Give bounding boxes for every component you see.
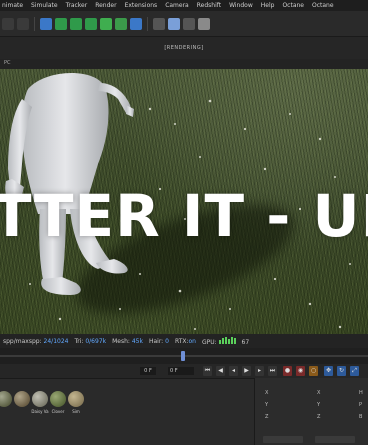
toolbar-divider (147, 16, 148, 31)
material-manager: Daisy Va Clover Sim (0, 378, 254, 445)
coord-x-label: X (265, 390, 269, 396)
viewport-title: [RENDERING] (164, 45, 204, 51)
rot-h-label: H (359, 390, 363, 396)
menu-item-animate[interactable]: nimate (2, 2, 23, 9)
coord-y-label: Y (265, 402, 269, 408)
material-swatch[interactable] (68, 391, 84, 407)
menu-bar: nimate Simulate Tracker Render Extension… (0, 0, 368, 11)
size-mode-dropdown[interactable] (315, 436, 355, 443)
size-z-label: Z (317, 414, 321, 420)
camera-icon[interactable] (183, 17, 195, 30)
deformer-icon[interactable] (115, 17, 127, 30)
material-label: Sim (72, 409, 80, 414)
record-icon[interactable]: ● (283, 366, 292, 376)
viewport-subbar: PC (0, 59, 368, 69)
go-to-end-icon[interactable]: ⏭ (268, 366, 277, 376)
mesh-readout: Mesh: 45k (112, 337, 143, 345)
menu-item-render[interactable]: Render (95, 2, 116, 9)
menu-item-camera[interactable]: Camera (165, 2, 189, 9)
gpu-usage-bars (218, 336, 236, 344)
scale-key-icon[interactable]: ⤢ (350, 366, 359, 376)
toolbar-divider (34, 16, 35, 31)
menu-item-octane-2[interactable]: Octane (312, 2, 334, 9)
menu-item-redshift[interactable]: Redshift (197, 2, 221, 9)
thumbnail-overlay-text: TTER IT - UPD (0, 182, 368, 250)
rot-b-label: B (359, 414, 363, 420)
material-label: Clover (51, 409, 65, 414)
cinema4d-window: nimate Simulate Tracker Render Extension… (0, 0, 368, 445)
size-x-label: X (317, 390, 321, 396)
cube-icon[interactable] (40, 17, 52, 30)
step-back-icon[interactable]: ◂ (229, 366, 238, 376)
nurbs-icon[interactable] (70, 17, 82, 30)
material-label: Daisy Va (31, 409, 49, 414)
scene-icon[interactable] (130, 17, 142, 30)
timeline[interactable] (0, 348, 368, 364)
move-key-icon[interactable]: ✥ (324, 366, 333, 376)
prev-key-icon[interactable]: ◀ (216, 366, 225, 376)
menu-item-window[interactable]: Window (229, 2, 253, 9)
mograph-icon[interactable] (100, 17, 112, 30)
frame-current-field[interactable]: 0 F (168, 367, 194, 375)
menu-item-octane-1[interactable]: Octane (282, 2, 304, 9)
floor-icon[interactable] (168, 17, 180, 30)
spp-readout: spp/maxspp: 24/1024 (3, 337, 69, 345)
rtx-readout: RTX:on (174, 337, 196, 345)
menu-item-simulate[interactable]: Simulate (31, 2, 58, 9)
keyframe-icon[interactable]: ○ (309, 366, 318, 376)
viewport-header: [RENDERING] (0, 37, 368, 60)
playhead[interactable] (181, 351, 185, 361)
redo-icon[interactable] (17, 17, 29, 30)
array-icon[interactable] (85, 17, 97, 30)
hair-readout: Hair: 0 (148, 337, 169, 345)
go-to-start-icon[interactable]: ⏮ (203, 366, 212, 376)
menu-item-extensions[interactable]: Extensions (125, 2, 158, 9)
frame-start-field[interactable]: 0 F (140, 367, 156, 375)
autokey-icon[interactable]: ◉ (296, 366, 305, 376)
step-forward-icon[interactable]: ▸ (255, 366, 264, 376)
gpu-readout: GPU: 67 (201, 336, 250, 346)
play-icon[interactable]: ▶ (242, 366, 251, 376)
undo-icon[interactable] (2, 17, 14, 30)
menu-item-help[interactable]: Help (261, 2, 275, 9)
material-swatch[interactable] (14, 391, 30, 407)
light-icon[interactable] (153, 17, 165, 30)
spline-icon[interactable] (55, 17, 67, 30)
rotate-key-icon[interactable]: ↻ (337, 366, 346, 376)
bulb-icon[interactable] (198, 17, 210, 30)
tri-readout: Tri: 0/697k (74, 337, 107, 345)
material-swatch[interactable] (32, 391, 48, 407)
coord-z-label: Z (265, 414, 269, 420)
material-swatch[interactable] (0, 391, 12, 407)
coord-mode-dropdown[interactable] (263, 436, 303, 443)
render-status-bar: spp/maxspp: 24/1024 Tri: 0/697k Mesh: 45… (0, 334, 368, 348)
viewport-sub-label[interactable]: PC (4, 60, 11, 66)
size-y-label: Y (317, 402, 321, 408)
coordinates-panel: X Y Z X Y Z H P B (254, 378, 368, 445)
material-swatch[interactable] (50, 391, 66, 407)
menu-item-tracker[interactable]: Tracker (66, 2, 88, 9)
rot-p-label: P (359, 402, 363, 408)
render-viewport[interactable]: TTER IT - UPD (0, 69, 368, 350)
main-toolbar (0, 11, 368, 37)
